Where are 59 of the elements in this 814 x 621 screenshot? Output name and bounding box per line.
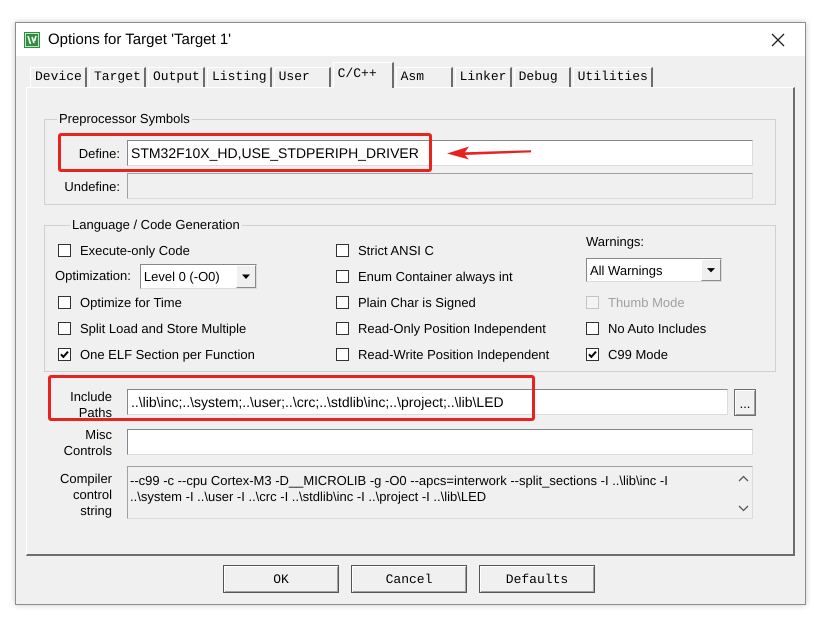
checkbox[interactable] [336, 270, 349, 282]
dropdown-label: Warnings: [586, 234, 646, 250]
checkbox[interactable] [336, 244, 349, 256]
tab[interactable]: Utilities [572, 67, 653, 87]
tab[interactable]: Debug [514, 67, 571, 87]
checkbox-label: C99 Mode [608, 346, 668, 362]
text-field[interactable]: ..\lib\inc;..\system;..\user;..\crc;..\stdlib\inc;..\project;..\lib\LED [127, 389, 728, 415]
checkbox-label: Read-Write Position Independent [358, 346, 550, 362]
scroll-down-icon[interactable] [738, 505, 748, 512]
checkbox[interactable] [336, 348, 349, 360]
dialog-button[interactable]: Cancel [351, 565, 467, 593]
dropdown-arrow-icon[interactable] [701, 259, 721, 281]
checkbox-label: Strict ANSI C [358, 242, 434, 258]
tab[interactable]: Listing [207, 67, 272, 87]
app-icon [24, 32, 40, 48]
browse-button[interactable]: ... [734, 389, 756, 416]
checkbox-label: Execute-only Code [80, 242, 190, 258]
checkbox-label: Read-Only Position Independent [358, 320, 546, 336]
checkbox-label: Enum Container always int [358, 268, 513, 284]
checkbox[interactable] [586, 322, 599, 334]
field-label: Misc Controls [62, 427, 112, 459]
checkbox-label: Plain Char is Signed [358, 294, 476, 310]
checkbox[interactable] [58, 348, 71, 360]
checkbox-label: One ELF Section per Function [80, 346, 255, 362]
tab[interactable]: Target [89, 67, 146, 87]
dropdown[interactable]: All Warnings [586, 258, 722, 282]
checkbox[interactable] [336, 296, 349, 308]
scroll-up-icon[interactable] [738, 475, 748, 482]
checkbox[interactable] [58, 322, 71, 334]
field-label: Include Paths [69, 389, 112, 421]
tab[interactable]: User [274, 67, 331, 87]
field-label: Define: [78, 146, 120, 160]
checkbox[interactable] [586, 348, 599, 360]
field-label: Undefine: [63, 178, 120, 194]
tab[interactable]: Device [30, 67, 87, 87]
checkbox-label: No Auto Includes [608, 320, 706, 336]
checkbox-label: Thumb Mode [608, 294, 685, 310]
dropdown-label: Optimization: [55, 268, 131, 284]
group-title: Preprocessor Symbols [58, 111, 191, 127]
tab[interactable]: Asm [396, 67, 453, 87]
checkbox[interactable] [58, 244, 71, 256]
text-field[interactable] [127, 429, 753, 455]
text-field[interactable]: STM32F10X_HD,USE_STDPERIPH_DRIVER [127, 140, 753, 166]
checkbox[interactable] [58, 296, 71, 308]
group-title: Language / Code Generation [71, 217, 241, 233]
field-label: Compiler control string [58, 471, 112, 519]
checkbox[interactable] [336, 322, 349, 334]
tab[interactable]: Linker [454, 67, 512, 87]
dialog-button[interactable]: Defaults [479, 565, 595, 593]
checkbox-label: Optimize for Time [80, 294, 182, 310]
tab[interactable]: Output [148, 67, 205, 87]
window-title: Options for Target 'Target 1' [48, 31, 232, 48]
dropdown[interactable]: Level 0 (-O0) [140, 264, 257, 288]
dropdown-arrow-icon[interactable] [236, 264, 256, 288]
dialog-button[interactable]: OK [223, 565, 339, 593]
tab[interactable]: C/C++ [332, 62, 394, 88]
checkbox-label: Split Load and Store Multiple [80, 320, 246, 336]
text-area[interactable]: --c99 -c --cpu Cortex-M3 -D__MICROLIB -g -O0 --apcs=interwork --split_sections -I ..\lib\inc -I ..\system -I ..\user -I ..\crc -I ..\stdlib\inc -I ..\project -I ..\lib\LED [127, 466, 753, 519]
close-icon[interactable] [771, 32, 785, 46]
